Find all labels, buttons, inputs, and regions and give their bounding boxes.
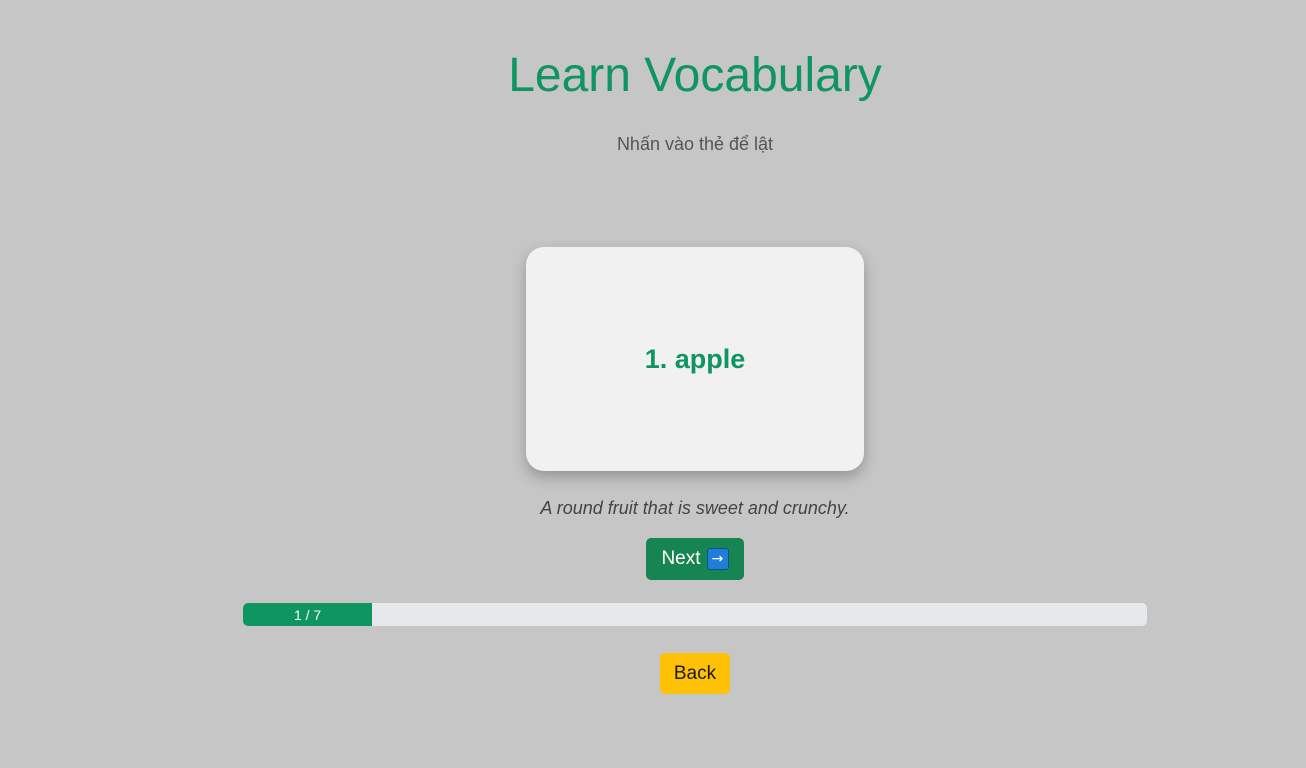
page-title: Learn Vocabulary <box>508 49 882 102</box>
progress-label: 1 / 7 <box>293 606 322 623</box>
word-definition: A round fruit that is sweet and crunchy. <box>540 498 850 518</box>
page-subtitle: Nhấn vào thẻ để lật <box>616 134 774 154</box>
right-arrow-icon: → <box>706 548 729 570</box>
vocabulary-page: Learn Vocabulary Nhấn vào thẻ để lật 1. … <box>0 0 1306 768</box>
flashcard-word: 1. apple <box>644 344 746 374</box>
flashcard[interactable]: 1. apple <box>526 247 864 471</box>
progress-fill: 1 / 7 <box>243 603 373 626</box>
progress-bar: 1 / 7 <box>243 603 1147 626</box>
next-button[interactable]: Next → <box>646 538 744 580</box>
next-button-label: Next <box>661 548 701 569</box>
back-button[interactable]: Back <box>660 653 730 694</box>
